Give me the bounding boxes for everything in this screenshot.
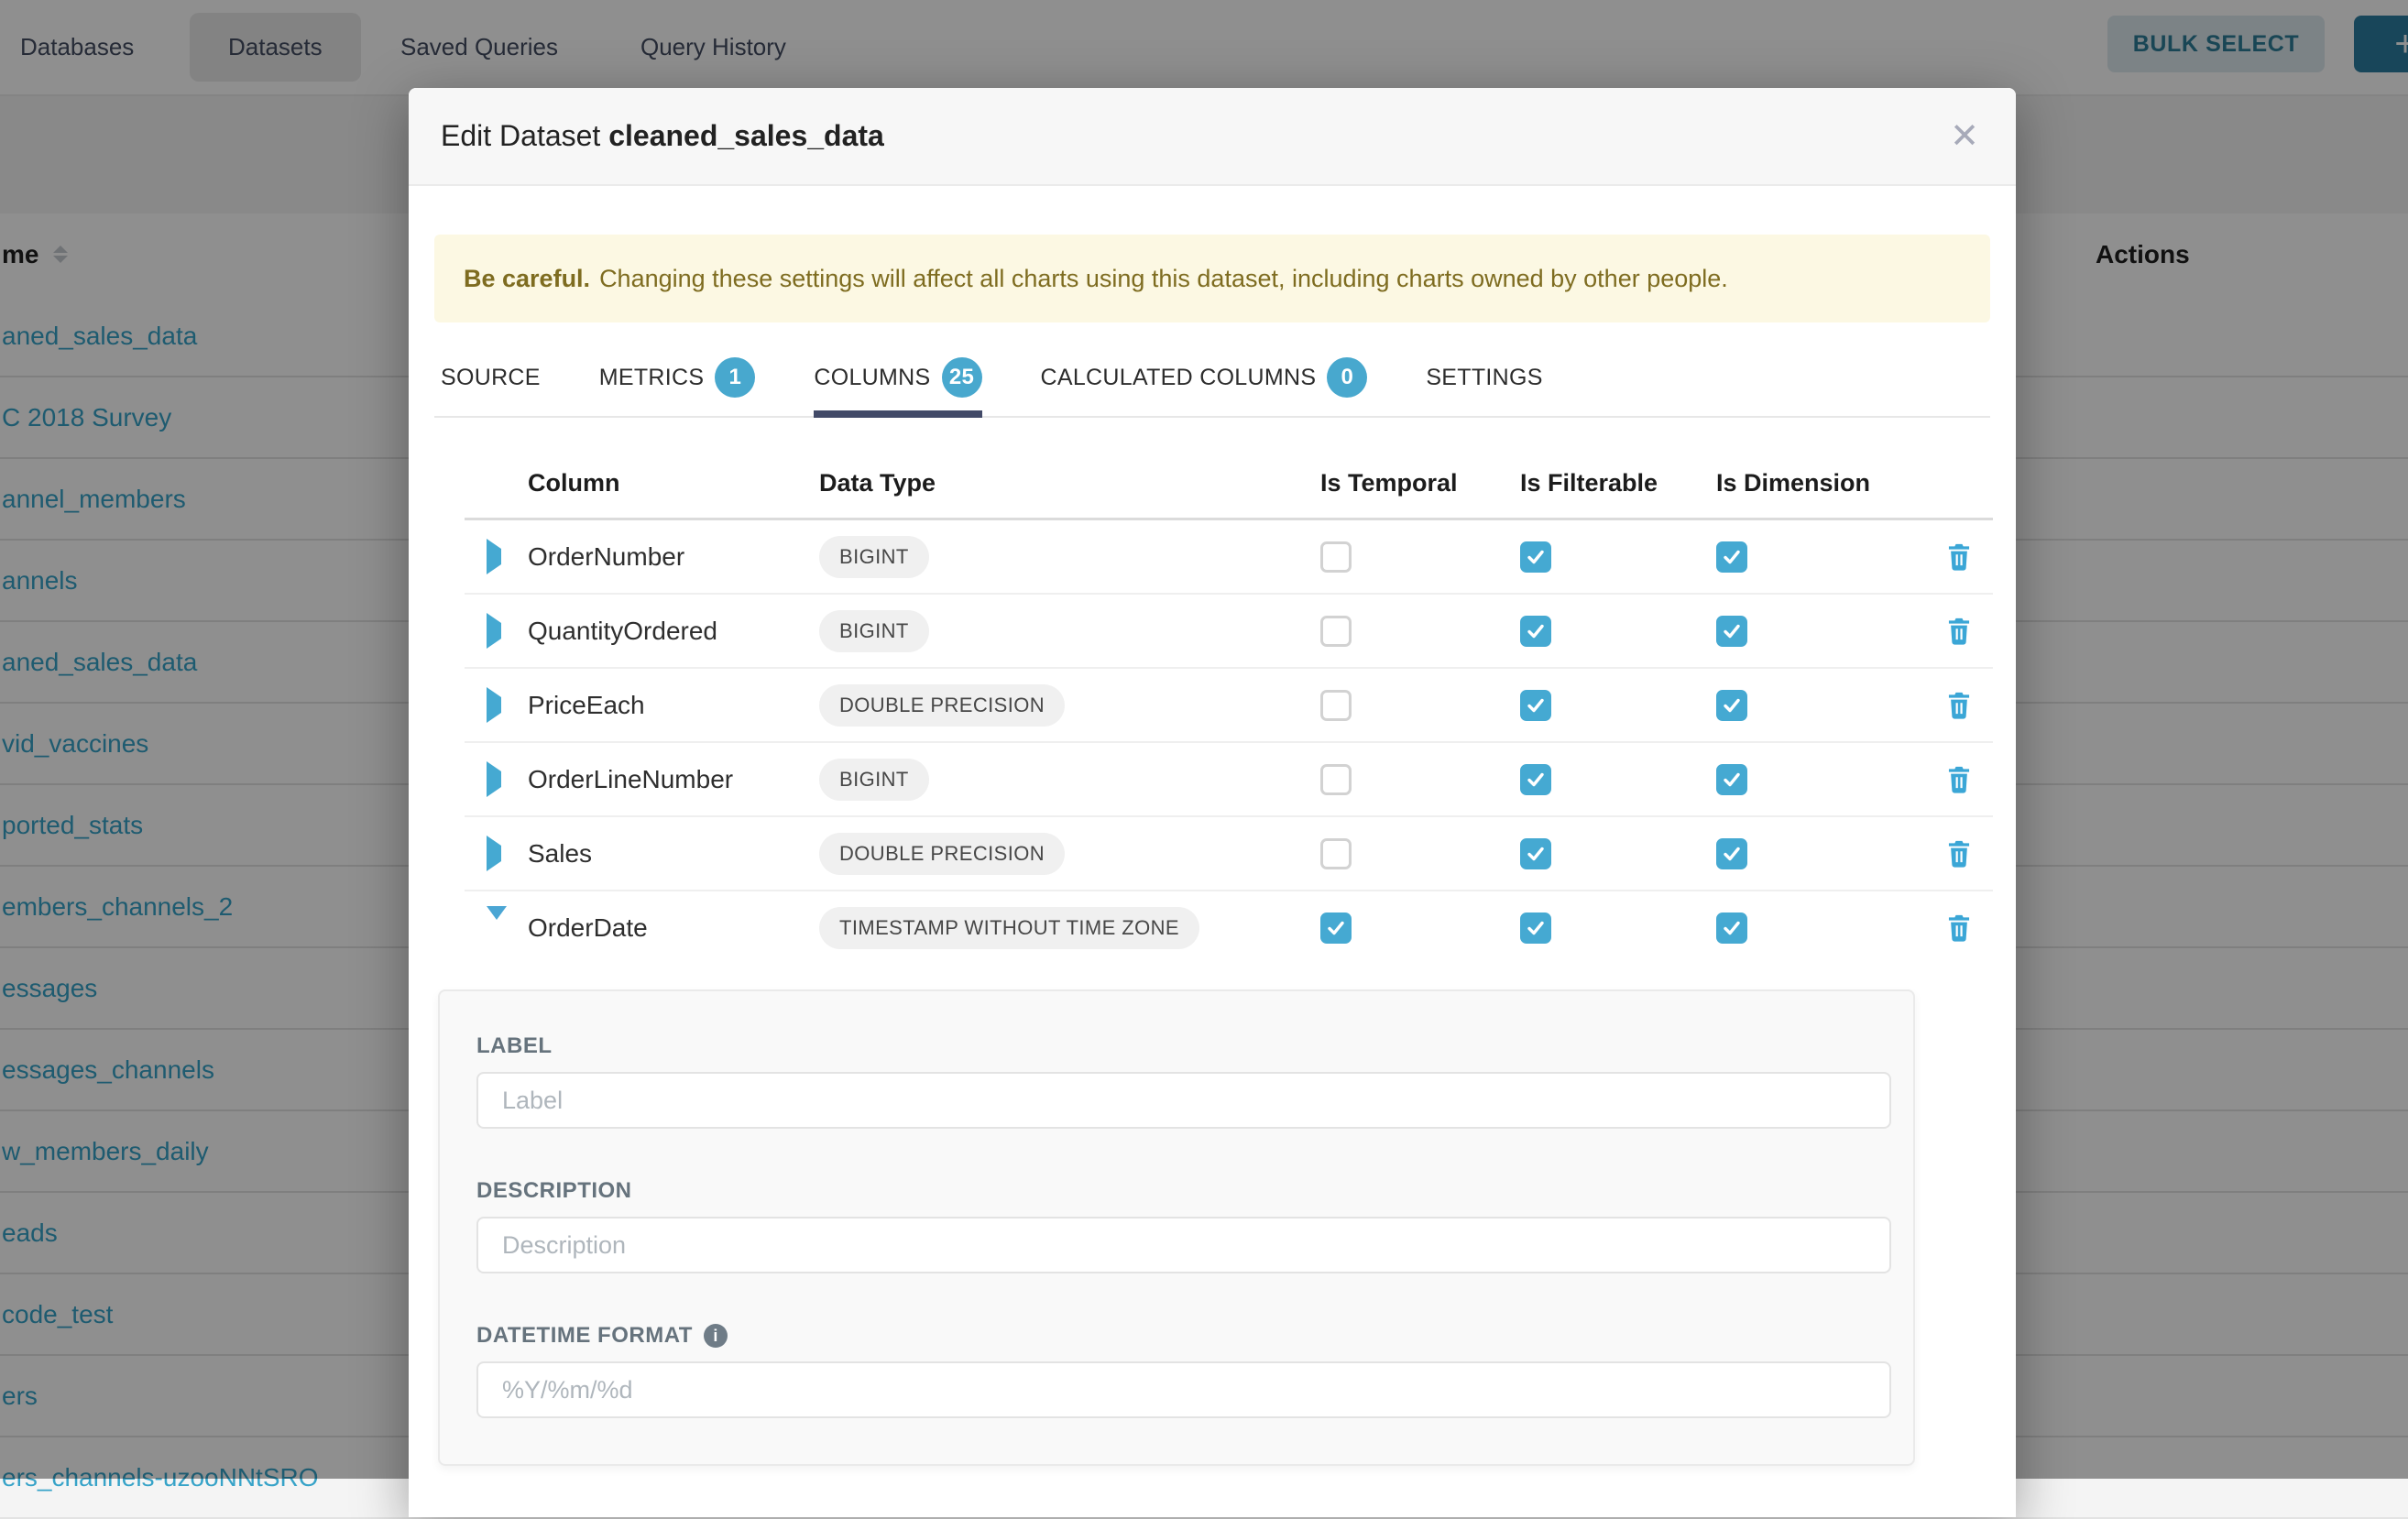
tab-columns[interactable]: COLUMNS 25: [814, 344, 981, 418]
is-filterable-checkbox[interactable]: [1520, 764, 1551, 795]
expand-caret-icon[interactable]: [487, 761, 501, 797]
column-name: OrderLineNumber: [519, 765, 806, 794]
data-type-header: Data Type: [806, 469, 1309, 497]
trash-icon: [1945, 691, 1973, 720]
edit-dataset-modal: Edit Dataset cleaned_sales_data ✕ Be car…: [409, 88, 2016, 1517]
data-type-pill: BIGINT: [819, 759, 929, 801]
is-temporal-checkbox[interactable]: [1320, 912, 1352, 944]
tab-calculated-columns[interactable]: CALCULATED COLUMNS 0: [1041, 344, 1368, 418]
column-name: OrderNumber: [519, 542, 806, 572]
expand-caret-icon[interactable]: [487, 539, 501, 574]
column-row: OrderDate TIMESTAMP WITHOUT TIME ZONE: [465, 891, 1993, 964]
is-dimension-checkbox[interactable]: [1716, 616, 1747, 647]
is-dimension-checkbox[interactable]: [1716, 541, 1747, 573]
column-row: OrderNumber BIGINT: [465, 520, 1993, 595]
tab-source[interactable]: SOURCE: [441, 344, 541, 418]
field-input[interactable]: [476, 1072, 1891, 1129]
column-name: Sales: [519, 839, 806, 869]
column-name: PriceEach: [519, 691, 806, 720]
is-temporal-checkbox[interactable]: [1320, 541, 1352, 573]
is-filterable-checkbox[interactable]: [1520, 912, 1551, 944]
data-type-pill: BIGINT: [819, 610, 929, 652]
column-header: Column: [519, 469, 806, 497]
tab-count-badge: 0: [1327, 357, 1367, 398]
tab-count-badge: 1: [715, 357, 755, 398]
expand-caret-icon[interactable]: [487, 836, 501, 871]
modal-title-dataset-name: cleaned_sales_data: [608, 119, 884, 152]
modal-title-prefix: Edit Dataset: [441, 119, 600, 152]
column-name: QuantityOrdered: [519, 617, 806, 646]
expand-caret-icon[interactable]: [487, 687, 501, 723]
field-label: LABEL: [476, 1033, 1888, 1129]
columns-table-rows: OrderNumber BIGINT QuantityOrdered BIGIN…: [465, 520, 1993, 964]
modal-title: Edit Dataset cleaned_sales_data: [441, 119, 884, 153]
is-dimension-header: Is Dimension: [1705, 469, 1925, 497]
field-label: DESCRIPTION: [476, 1178, 632, 1204]
is-temporal-checkbox[interactable]: [1320, 616, 1352, 647]
trash-icon: [1945, 839, 1973, 869]
info-icon[interactable]: i: [704, 1324, 728, 1348]
modal-tabs: SOURCE METRICS 1 COLUMNS 25 CALCULATED C…: [434, 344, 1990, 418]
tab-label: COLUMNS: [814, 365, 930, 391]
trash-icon: [1945, 765, 1973, 794]
delete-column-button[interactable]: [1925, 839, 1993, 869]
expand-caret-icon[interactable]: [487, 906, 507, 935]
tab-settings[interactable]: SETTINGS: [1426, 344, 1542, 418]
is-temporal-checkbox[interactable]: [1320, 690, 1352, 721]
delete-column-button[interactable]: [1925, 691, 1993, 720]
modal-header: Edit Dataset cleaned_sales_data ✕: [409, 88, 2016, 186]
data-type-pill: TIMESTAMP WITHOUT TIME ZONE: [819, 907, 1199, 949]
trash-icon: [1945, 542, 1973, 572]
delete-column-button[interactable]: [1925, 617, 1993, 646]
field-label: LABEL: [476, 1033, 553, 1059]
trash-icon: [1945, 913, 1973, 943]
column-name: OrderDate: [519, 913, 806, 943]
columns-table: Column Data Type Is Temporal Is Filterab…: [465, 448, 1993, 964]
columns-table-header: Column Data Type Is Temporal Is Filterab…: [465, 448, 1993, 520]
tab-label: SOURCE: [441, 365, 541, 391]
data-type-pill: DOUBLE PRECISION: [819, 833, 1065, 875]
tab-label: METRICS: [599, 365, 705, 391]
column-detail-panel: LABEL DESCRIPTION DATETIME FORMAT i: [438, 989, 1915, 1466]
is-dimension-checkbox[interactable]: [1716, 912, 1747, 944]
column-row: Sales DOUBLE PRECISION: [465, 817, 1993, 891]
is-temporal-checkbox[interactable]: [1320, 838, 1352, 869]
modal-body: Be careful. Changing these settings will…: [409, 235, 2016, 1466]
tab-count-badge: 25: [942, 357, 982, 398]
tab-metrics[interactable]: METRICS 1: [599, 344, 756, 418]
warning-banner-text: Changing these settings will affect all …: [599, 265, 1728, 293]
field-input[interactable]: [476, 1217, 1891, 1273]
warning-banner-bold: Be careful.: [464, 265, 590, 293]
close-icon[interactable]: ✕: [1950, 88, 1979, 184]
is-filterable-checkbox[interactable]: [1520, 541, 1551, 573]
data-type-pill: BIGINT: [819, 536, 929, 578]
column-row: PriceEach DOUBLE PRECISION: [465, 669, 1993, 743]
is-filterable-checkbox[interactable]: [1520, 838, 1551, 869]
warning-banner: Be careful. Changing these settings will…: [434, 235, 1990, 322]
column-row: OrderLineNumber BIGINT: [465, 743, 1993, 817]
is-filterable-checkbox[interactable]: [1520, 616, 1551, 647]
field-label: DATETIME FORMAT: [476, 1323, 693, 1349]
is-filterable-header: Is Filterable: [1509, 469, 1705, 497]
data-type-pill: DOUBLE PRECISION: [819, 684, 1065, 727]
is-dimension-checkbox[interactable]: [1716, 690, 1747, 721]
field-description: DESCRIPTION: [476, 1178, 1888, 1273]
delete-column-button[interactable]: [1925, 765, 1993, 794]
is-temporal-checkbox[interactable]: [1320, 764, 1352, 795]
column-row: QuantityOrdered BIGINT: [465, 595, 1993, 669]
delete-column-button[interactable]: [1925, 542, 1993, 572]
is-temporal-header: Is Temporal: [1309, 469, 1509, 497]
is-dimension-checkbox[interactable]: [1716, 764, 1747, 795]
tab-label: SETTINGS: [1426, 365, 1542, 391]
is-dimension-checkbox[interactable]: [1716, 838, 1747, 869]
field-datetime-format: DATETIME FORMAT i: [476, 1323, 1888, 1418]
delete-column-button[interactable]: [1925, 913, 1993, 943]
tab-label: CALCULATED COLUMNS: [1041, 365, 1317, 391]
expand-caret-icon[interactable]: [487, 613, 501, 649]
field-input[interactable]: [476, 1361, 1891, 1418]
is-filterable-checkbox[interactable]: [1520, 690, 1551, 721]
trash-icon: [1945, 617, 1973, 646]
